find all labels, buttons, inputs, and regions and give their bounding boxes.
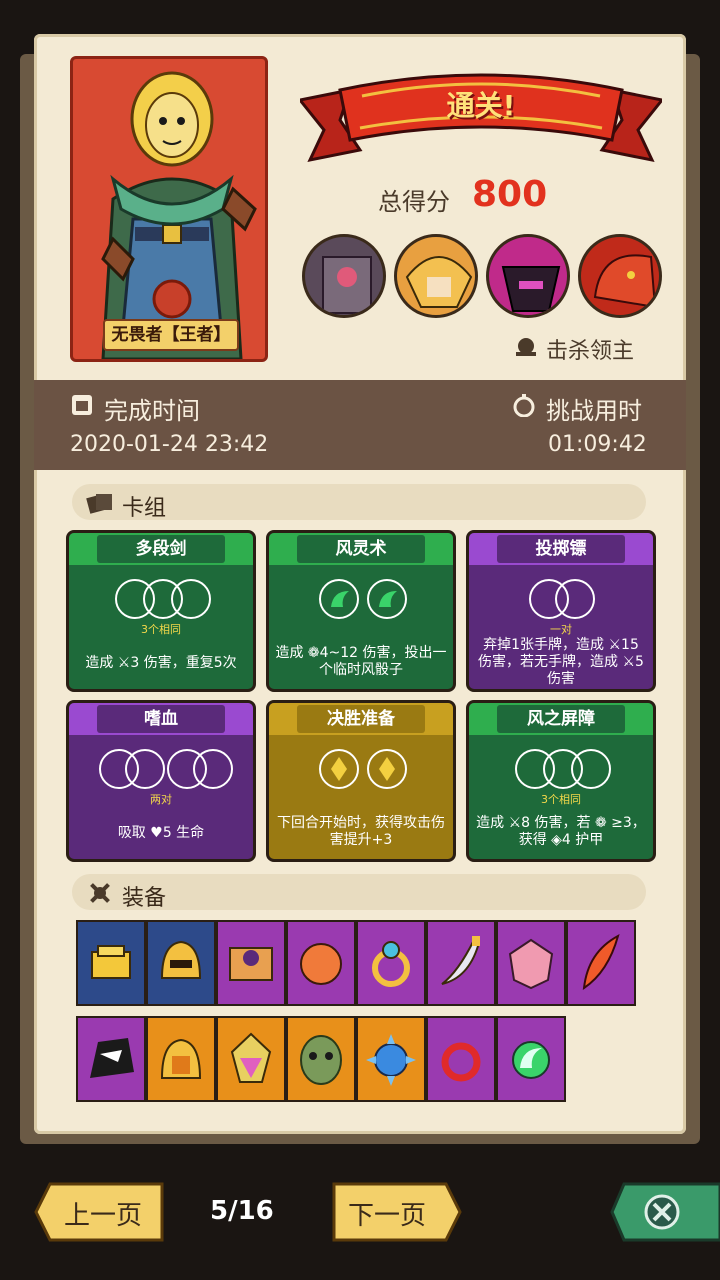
curved-dagger-icon[interactable] <box>426 920 496 1006</box>
card-desc: 下回合开始时，获得攻击伤害提升+3 <box>277 815 445 848</box>
card-name: 风之屏障 <box>497 705 625 733</box>
stopwatch-icon <box>513 394 535 417</box>
deck-title: 卡组 <box>122 496 167 521</box>
victory-title: 通关! <box>446 89 516 122</box>
gold-ring-icon[interactable] <box>356 920 426 1006</box>
score-value: 800 <box>472 174 548 215</box>
page-indicator: 5/16 <box>210 1196 274 1226</box>
card-bloodthirst[interactable]: 嗜血 两对 吸取 ♥5 生命 <box>66 700 256 862</box>
zombie-mask-icon[interactable] <box>286 1016 356 1102</box>
hero-knight-icon <box>101 71 257 359</box>
card-throwing-dart[interactable]: 投掷镖 一对 弃掉1张手牌，造成 ⚔15 伤害，若无手牌，造成 ⚔5 伤害 <box>466 530 656 692</box>
horned-helmet-icon[interactable] <box>146 1016 216 1102</box>
boss-red-dragon-icon <box>578 234 662 318</box>
spiked-orb-icon[interactable] <box>356 1016 426 1102</box>
next-page-label: 下一页 <box>348 1201 427 1231</box>
boss-kill-label: 击杀领主 <box>546 339 635 364</box>
card-wind-barrier[interactable]: 风之屏障 3个相同 造成 ⚔8 伤害，若 ❁ ≥3，获得 ◈4 护甲 <box>466 700 656 862</box>
wind-die-icon <box>379 591 397 607</box>
gold-die-icon <box>379 757 395 781</box>
card-condition: 3个相同 <box>541 793 581 806</box>
finish-time-value: 2020-01-24 23:42 <box>70 432 269 457</box>
finish-time-label: 完成时间 <box>104 397 200 425</box>
card-condition: 一对 <box>550 623 572 636</box>
close-button[interactable] <box>610 1180 720 1244</box>
red-ring-icon[interactable] <box>426 1016 496 1102</box>
card-decisive-prep[interactable]: 决胜准备 下回合开始时，获得攻击伤害提升+3 <box>266 700 456 862</box>
boss-stone-tower-icon <box>302 234 386 318</box>
gear-swords-icon <box>90 883 110 903</box>
fire-feather-icon[interactable] <box>566 920 636 1006</box>
shadow-beast-icon[interactable] <box>76 1016 146 1102</box>
hero-name: 无畏者【王者】 <box>103 319 239 351</box>
card-name: 风灵术 <box>297 535 425 563</box>
card-desc: 吸取 ♥5 生命 <box>117 825 205 841</box>
card-desc: 造成 ⚔8 伤害，若 ❁ ≥3，获得 ◈4 护甲 <box>476 815 646 848</box>
equipment-title: 装备 <box>122 886 167 911</box>
crystal-gem-icon[interactable] <box>216 1016 286 1102</box>
gold-bars-icon[interactable] <box>76 920 146 1006</box>
boss-list <box>302 234 664 324</box>
equipment-row-1 <box>76 920 644 1006</box>
pink-dice-icon[interactable] <box>496 920 566 1006</box>
card-name: 嗜血 <box>97 705 225 733</box>
boss-dark-mech-icon <box>486 234 570 318</box>
skull-crossbones-icon <box>516 338 536 356</box>
gold-die-icon <box>331 757 347 781</box>
card-desc: 造成 ❁4~12 伤害，投出一个临时风骰子 <box>275 645 447 678</box>
card-name: 投掷镖 <box>497 535 625 563</box>
card-name: 多段剑 <box>97 535 225 563</box>
card-multi-sword[interactable]: 多段剑 3个相同 造成 ⚔3 伤害，重复5次 <box>66 530 256 692</box>
hero-portrait: 无畏者【王者】 <box>70 56 268 362</box>
score-label: 总得分 <box>378 188 450 216</box>
challenge-time-value: 01:09:42 <box>548 432 647 457</box>
orange-orb-icon[interactable] <box>286 920 356 1006</box>
prev-page-label: 上一页 <box>64 1201 143 1231</box>
card-wind-spell[interactable]: 风灵术 造成 ❁4~12 伤害，投出一个临时风骰子 <box>266 530 456 692</box>
card-condition: 3个相同 <box>141 623 181 636</box>
equipment-row-2 <box>76 1016 574 1102</box>
wind-gem-icon[interactable] <box>496 1016 566 1102</box>
golden-helmet-icon[interactable] <box>146 920 216 1006</box>
wind-die-icon <box>331 591 349 607</box>
card-desc: 造成 ⚔3 伤害，重复5次 <box>85 655 237 671</box>
card-desc: 弃掉1张手牌，造成 ⚔15 伤害，若无手牌，造成 ⚔5 伤害 <box>478 637 644 687</box>
cards-icon <box>86 494 112 514</box>
calendar-icon <box>72 395 92 415</box>
skull-book-icon[interactable] <box>216 920 286 1006</box>
card-name: 决胜准备 <box>297 705 425 733</box>
boss-eagle-helmet-icon <box>394 234 478 318</box>
card-condition: 两对 <box>150 793 172 806</box>
challenge-time-label: 挑战用时 <box>546 397 642 425</box>
